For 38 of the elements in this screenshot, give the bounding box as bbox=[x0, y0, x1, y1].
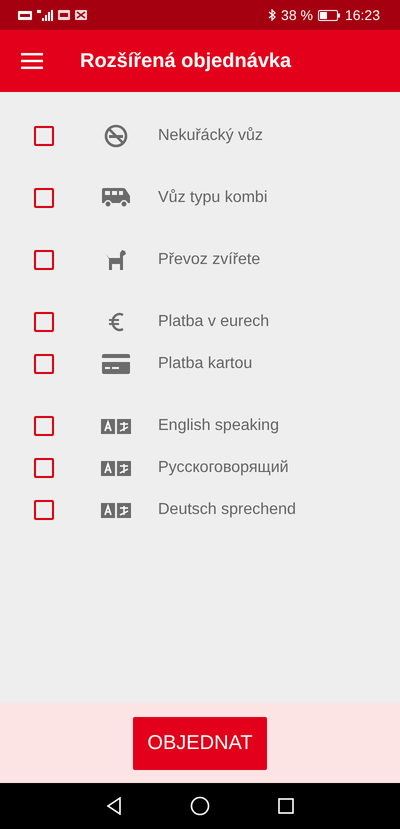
bluetooth-icon bbox=[268, 9, 276, 21]
checkbox[interactable] bbox=[34, 312, 54, 332]
battery-icon bbox=[318, 10, 340, 20]
checkbox[interactable] bbox=[34, 416, 54, 436]
option-label: Русскоговорящий bbox=[158, 459, 289, 477]
dog-icon bbox=[105, 249, 127, 271]
volte-icon bbox=[18, 10, 32, 20]
option-label: Platba kartou bbox=[158, 355, 252, 373]
option-label: Deutsch sprechend bbox=[158, 501, 296, 519]
credit-card-icon bbox=[102, 354, 130, 374]
notification-icon bbox=[58, 10, 70, 20]
menu-icon[interactable] bbox=[21, 53, 43, 69]
translate-icon bbox=[101, 502, 131, 518]
battery-percent: 38 % bbox=[281, 7, 313, 23]
option-label: English speaking bbox=[158, 417, 279, 435]
signal-icon bbox=[37, 10, 53, 20]
option-label: Nekuřácký vůz bbox=[158, 127, 263, 145]
checkbox[interactable] bbox=[34, 354, 54, 374]
checkbox[interactable] bbox=[34, 250, 54, 270]
checkbox[interactable] bbox=[34, 458, 54, 478]
notification-icon bbox=[75, 10, 87, 20]
translate-icon bbox=[101, 460, 131, 476]
option-label: Vůz typu kombi bbox=[158, 189, 268, 207]
order-button[interactable]: OBJEDNAT bbox=[133, 716, 267, 770]
checkbox[interactable] bbox=[34, 188, 54, 208]
no-smoking-icon bbox=[104, 124, 128, 148]
euro-icon bbox=[108, 312, 124, 332]
option-label: Převoz zvířete bbox=[158, 251, 260, 269]
home-icon[interactable] bbox=[190, 796, 210, 816]
back-icon[interactable] bbox=[106, 797, 122, 815]
checkbox[interactable] bbox=[34, 500, 54, 520]
clock: 16:23 bbox=[344, 7, 380, 23]
translate-icon bbox=[101, 418, 131, 434]
recents-icon[interactable] bbox=[278, 798, 294, 814]
van-icon bbox=[101, 188, 131, 208]
screen-title: Rozšířená objednávka bbox=[80, 50, 292, 72]
checkbox[interactable] bbox=[34, 126, 54, 146]
option-label: Platba v eurech bbox=[158, 313, 270, 331]
